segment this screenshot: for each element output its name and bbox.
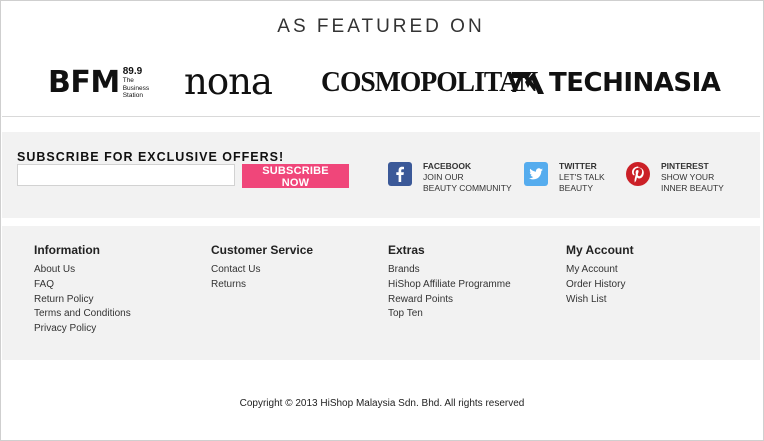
twitter-link[interactable]: TWITTER LET'S TALK BEAUTY bbox=[524, 161, 605, 194]
my-account-heading: My Account bbox=[566, 243, 634, 257]
customer-service-heading: Customer Service bbox=[211, 243, 314, 257]
bfm-logo-tagline-3: Station bbox=[122, 92, 143, 99]
pinterest-text: PINTEREST SHOW YOUR INNER BEAUTY bbox=[661, 161, 724, 194]
footer-link-top-ten[interactable]: Top Ten bbox=[388, 307, 511, 322]
twitter-line-2: BEAUTY bbox=[559, 183, 594, 193]
footer-link-order-history[interactable]: Order History bbox=[566, 278, 634, 293]
bfm-logo-side: 89.9 The Business Station bbox=[123, 66, 149, 100]
extras-heading: Extras bbox=[388, 243, 425, 257]
subscribe-email-input[interactable] bbox=[17, 164, 235, 186]
featured-section: AS FEATURED ON BFM 89.9 The Business Sta… bbox=[2, 2, 760, 117]
customer-service-column: Customer Service Contact Us Returns bbox=[211, 243, 313, 293]
facebook-line-1: JOIN OUR bbox=[423, 172, 464, 182]
extras-column: Extras Brands HiShop Affiliate Programme… bbox=[388, 243, 511, 322]
twitter-line-1: LET'S TALK bbox=[559, 172, 605, 182]
footer-link-faq[interactable]: FAQ bbox=[34, 278, 131, 293]
footer-link-brands[interactable]: Brands bbox=[388, 263, 511, 278]
facebook-link[interactable]: FACEBOOK JOIN OUR BEAUTY COMMUNITY bbox=[388, 161, 512, 194]
footer-link-about-us[interactable]: About Us bbox=[34, 263, 131, 278]
cosmopolitan-logo[interactable]: COSMOPOLITAN bbox=[321, 66, 538, 99]
twitter-text: TWITTER LET'S TALK BEAUTY bbox=[559, 161, 605, 194]
pinterest-link[interactable]: PINTEREST SHOW YOUR INNER BEAUTY bbox=[626, 161, 724, 194]
footer-link-my-account[interactable]: My Account bbox=[566, 263, 634, 278]
footer-link-reward-points[interactable]: Reward Points bbox=[388, 293, 511, 308]
footer-link-contact-us[interactable]: Contact Us bbox=[211, 263, 313, 278]
footer-link-return-policy[interactable]: Return Policy bbox=[34, 293, 131, 308]
information-heading: Information bbox=[34, 243, 100, 257]
my-account-column: My Account My Account Order History Wish… bbox=[566, 243, 634, 307]
featured-title: AS FEATURED ON bbox=[277, 16, 485, 37]
bfm-logo-frequency: 89.9 bbox=[122, 66, 143, 77]
bfm-logo-tagline-1: The bbox=[122, 77, 134, 84]
footer-link-affiliate[interactable]: HiShop Affiliate Programme bbox=[388, 278, 511, 293]
bfm-logo[interactable]: BFM 89.9 The Business Station bbox=[48, 66, 149, 100]
footer-link-terms[interactable]: Terms and Conditions bbox=[34, 307, 131, 322]
bfm-logo-tagline-2: Business bbox=[122, 84, 150, 92]
subscribe-now-button[interactable]: SUBSCRIBE NOW bbox=[242, 164, 349, 189]
subscribe-title: SUBSCRIBE FOR EXCLUSIVE OFFERS! bbox=[17, 150, 285, 164]
facebook-text: FACEBOOK JOIN OUR BEAUTY COMMUNITY bbox=[423, 161, 512, 194]
pinterest-line-1: SHOW YOUR bbox=[661, 172, 715, 182]
pinterest-line-2: INNER BEAUTY bbox=[661, 183, 724, 193]
facebook-line-2: BEAUTY COMMUNITY bbox=[423, 183, 512, 193]
twitter-heading: TWITTER bbox=[559, 161, 597, 171]
techinasia-logo-text: TECHINASIA bbox=[549, 68, 721, 98]
pinterest-icon[interactable] bbox=[626, 162, 650, 186]
nona-logo[interactable]: nona bbox=[184, 60, 273, 103]
footer-link-returns[interactable]: Returns bbox=[211, 278, 313, 293]
footer-link-wish-list[interactable]: Wish List bbox=[566, 293, 634, 308]
footer-links-section: Information About Us FAQ Return Policy T… bbox=[2, 226, 760, 360]
twitter-icon[interactable] bbox=[524, 162, 548, 186]
pinterest-heading: PINTEREST bbox=[661, 161, 709, 171]
footer-link-privacy-policy[interactable]: Privacy Policy bbox=[34, 322, 131, 337]
facebook-icon[interactable] bbox=[388, 162, 412, 186]
bfm-logo-name: BFM bbox=[48, 65, 120, 100]
techinasia-logo[interactable]: TECHINASIA bbox=[510, 68, 721, 98]
techinasia-mark-icon bbox=[512, 72, 544, 94]
information-column: Information About Us FAQ Return Policy T… bbox=[34, 243, 131, 337]
subscribe-section: SUBSCRIBE FOR EXCLUSIVE OFFERS! SUBSCRIB… bbox=[2, 132, 760, 218]
facebook-heading: FACEBOOK bbox=[423, 161, 472, 171]
copyright-text: Copyright © 2013 HiShop Malaysia Sdn. Bh… bbox=[239, 398, 525, 409]
